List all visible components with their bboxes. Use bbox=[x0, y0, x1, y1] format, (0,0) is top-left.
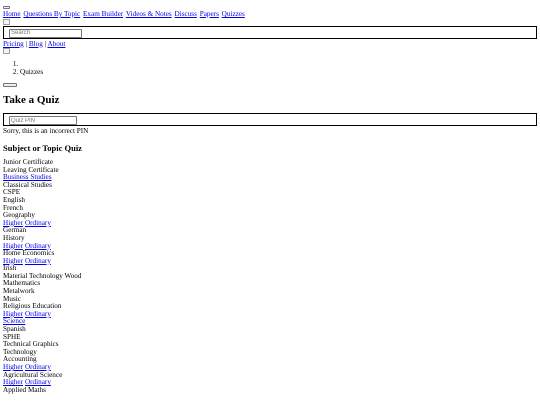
blog-link[interactable]: Blog bbox=[29, 40, 43, 48]
breadcrumb-item-quizzes: Quizzes bbox=[20, 68, 537, 77]
nav-link-home[interactable]: Home bbox=[3, 10, 21, 18]
list-item: Religious Education bbox=[3, 302, 537, 311]
separator: | bbox=[44, 39, 47, 48]
list-item: Technical Graphics bbox=[3, 340, 537, 349]
list-item: Geography bbox=[3, 211, 537, 220]
list-item: Mathematics bbox=[3, 280, 537, 288]
main-nav: Home Questions By Topic Exam Builder Vid… bbox=[3, 10, 537, 19]
broken-image-icon bbox=[3, 48, 10, 55]
breadcrumb: Quizzes bbox=[3, 61, 537, 76]
quiz-pin-form bbox=[3, 113, 537, 127]
list-item: Classical Studies bbox=[3, 181, 537, 190]
list-item: Home Economics bbox=[3, 249, 537, 258]
list-item: SPHE bbox=[3, 333, 537, 342]
list-item: Higher Ordinary bbox=[3, 310, 537, 319]
list-item: Irish bbox=[3, 264, 537, 273]
subject-link[interactable]: Ordinary bbox=[25, 219, 51, 227]
nav-toggle-button[interactable] bbox=[3, 6, 10, 9]
list-item: Higher Ordinary bbox=[3, 257, 537, 266]
error-message: Sorry, this is an incorrect PIN bbox=[3, 127, 89, 136]
list-item: Science bbox=[3, 318, 537, 326]
pricing-link[interactable]: Pricing bbox=[3, 40, 24, 48]
list-item: Material Technology Wood bbox=[3, 272, 537, 281]
broken-image-icon bbox=[3, 18, 10, 25]
subject-link[interactable]: Ordinary bbox=[25, 310, 51, 318]
list-item: Higher Ordinary bbox=[3, 242, 537, 251]
page: Home Questions By Topic Exam Builder Vid… bbox=[0, 0, 540, 405]
section-title: Subject or Topic Quiz bbox=[3, 142, 82, 153]
list-item: Leaving Certificate bbox=[3, 166, 537, 175]
separator: | bbox=[25, 39, 28, 48]
nav-link-questions-by-topic[interactable]: Questions By Topic bbox=[23, 10, 80, 18]
list-item: Higher Ordinary bbox=[3, 219, 537, 228]
subject-label: Home Economics bbox=[3, 249, 55, 258]
breadcrumb-item[interactable] bbox=[20, 61, 537, 69]
list-item: French bbox=[3, 204, 537, 213]
subject-label: Applied Maths bbox=[3, 385, 46, 394]
list-item: Technology bbox=[3, 348, 537, 357]
list-item: Music bbox=[3, 295, 537, 304]
page-title: Take a Quiz bbox=[3, 94, 60, 107]
list-item: Junior Certificate bbox=[3, 158, 537, 167]
nav-link-papers[interactable]: Papers bbox=[200, 10, 219, 18]
subject-label: History bbox=[3, 233, 25, 242]
subject-list: Junior Certificate Leaving Certificate Bus… bbox=[3, 158, 537, 395]
list-item: History bbox=[3, 233, 537, 243]
subject-link[interactable]: Ordinary bbox=[25, 257, 51, 265]
list-item: English bbox=[3, 196, 537, 205]
nav-link-videos-notes[interactable]: Videos & Notes bbox=[126, 10, 172, 18]
list-item: Accounting bbox=[3, 356, 537, 364]
nav-link-discuss[interactable]: Discuss bbox=[175, 10, 197, 18]
list-item: Metalwork bbox=[3, 287, 537, 296]
list-item: Applied Maths bbox=[3, 385, 537, 395]
list-item: Business Studies bbox=[3, 173, 537, 182]
search-input[interactable] bbox=[9, 28, 82, 38]
list-item: CSPE bbox=[3, 189, 537, 197]
list-item: Higher Ordinary bbox=[3, 378, 537, 387]
list-item: Spanish bbox=[3, 325, 537, 334]
about-link[interactable]: About bbox=[47, 40, 65, 48]
subject-label: Geography bbox=[3, 211, 35, 220]
search-form bbox=[3, 25, 537, 39]
list-item: Agricultural Science bbox=[3, 371, 537, 380]
nav-link-quizzes[interactable]: Quizzes bbox=[222, 10, 245, 18]
list-item: German bbox=[3, 227, 537, 235]
menu-button[interactable] bbox=[3, 83, 17, 88]
quiz-pin-input[interactable] bbox=[9, 116, 77, 126]
list-item: Higher Ordinary bbox=[3, 363, 537, 372]
nav-link-exam-builder[interactable]: Exam Builder bbox=[83, 10, 123, 18]
secondary-nav: Pricing | Blog | About bbox=[3, 39, 537, 49]
